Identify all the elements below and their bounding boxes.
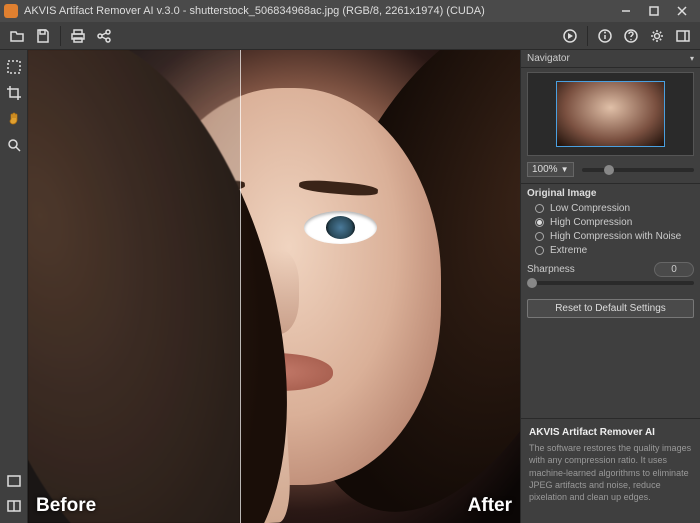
- sharpness-slider-thumb[interactable]: [527, 278, 537, 288]
- run-button[interactable]: [558, 24, 582, 48]
- help-button[interactable]: [619, 24, 643, 48]
- preferences-button[interactable]: [645, 24, 669, 48]
- sharpness-slider[interactable]: [527, 281, 694, 285]
- navigator-thumbnail[interactable]: [527, 72, 694, 156]
- hand-tool[interactable]: [2, 107, 26, 131]
- before-label: Before: [36, 495, 96, 517]
- radio-icon: [535, 218, 544, 227]
- after-label: After: [468, 495, 512, 517]
- sharpness-label: Sharpness: [527, 264, 654, 275]
- window-title: AKVIS Artifact Remover AI v.3.0 - shutte…: [24, 5, 612, 17]
- app-logo-icon: [4, 4, 18, 18]
- navigator-header: Navigator ▾: [521, 50, 700, 68]
- image-canvas[interactable]: Before After: [28, 50, 520, 523]
- zoom-slider[interactable]: [582, 168, 695, 172]
- view-single-button[interactable]: [2, 469, 26, 493]
- zoom-value: 100%: [532, 164, 558, 175]
- radio-icon: [535, 232, 544, 241]
- radio-label: High Compression with Noise: [550, 231, 681, 242]
- radio-label: High Compression: [550, 217, 632, 228]
- radio-low-compression[interactable]: Low Compression: [535, 203, 694, 214]
- view-split-button[interactable]: [2, 494, 26, 518]
- zoom-dropdown[interactable]: 100% ▼: [527, 162, 574, 177]
- titlebar: AKVIS Artifact Remover AI v.3.0 - shutte…: [0, 0, 700, 22]
- settings-section: Original Image Low Compression High Comp…: [521, 184, 700, 297]
- info-panel: AKVIS Artifact Remover AI The software r…: [521, 418, 700, 523]
- reset-button[interactable]: Reset to Default Settings: [527, 299, 694, 318]
- save-button[interactable]: [31, 24, 55, 48]
- share-button[interactable]: [92, 24, 116, 48]
- sharpness-value[interactable]: 0: [654, 262, 694, 277]
- info-text: The software restores the quality images…: [529, 442, 692, 503]
- info-button[interactable]: [593, 24, 617, 48]
- navigator-collapse-icon[interactable]: ▾: [690, 54, 694, 63]
- radio-icon: [535, 204, 544, 213]
- open-button[interactable]: [5, 24, 29, 48]
- toolbar-separator: [60, 26, 61, 46]
- zoom-slider-thumb[interactable]: [604, 165, 614, 175]
- radio-high-compression-noise[interactable]: High Compression with Noise: [535, 231, 694, 242]
- print-button[interactable]: [66, 24, 90, 48]
- navigator-viewport-rect[interactable]: [556, 81, 665, 147]
- left-toolbar: [0, 50, 28, 523]
- main-area: Before After Navigator ▾ 100% ▼ Original…: [0, 50, 700, 523]
- minimize-button[interactable]: [612, 1, 640, 21]
- zoom-tool[interactable]: [2, 133, 26, 157]
- radio-high-compression[interactable]: High Compression: [535, 217, 694, 228]
- radio-label: Low Compression: [550, 203, 630, 214]
- info-title: AKVIS Artifact Remover AI: [529, 427, 692, 438]
- original-image-title: Original Image: [527, 188, 694, 199]
- selection-tool[interactable]: [2, 55, 26, 79]
- chevron-down-icon: ▼: [561, 165, 569, 174]
- top-toolbar: [0, 22, 700, 50]
- crop-tool[interactable]: [2, 81, 26, 105]
- panels-button[interactable]: [671, 24, 695, 48]
- maximize-button[interactable]: [640, 1, 668, 21]
- radio-extreme[interactable]: Extreme: [535, 245, 694, 256]
- right-panel: Navigator ▾ 100% ▼ Original Image Low Co…: [520, 50, 700, 523]
- radio-label: Extreme: [550, 245, 587, 256]
- image-content: [28, 50, 520, 523]
- radio-icon: [535, 246, 544, 255]
- close-button[interactable]: [668, 1, 696, 21]
- navigator-label: Navigator: [527, 53, 690, 64]
- split-divider[interactable]: [240, 50, 241, 523]
- toolbar-separator: [587, 26, 588, 46]
